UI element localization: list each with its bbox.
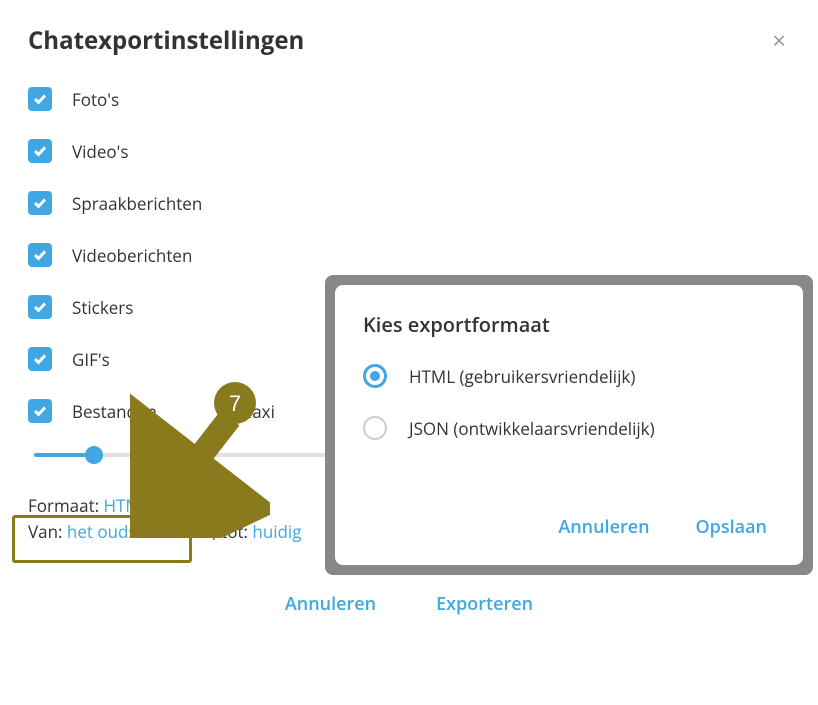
popup-cancel-button[interactable]: Annuleren xyxy=(550,509,657,545)
checkbox-label: Foto's xyxy=(72,88,119,111)
format-link[interactable]: HTML xyxy=(104,494,150,517)
format-popup-backdrop: Kies exportformaat HTML (gebruikersvrien… xyxy=(325,275,813,575)
checkbox-icon[interactable] xyxy=(28,347,52,371)
checkbox-label: GIF's xyxy=(72,348,110,371)
checkbox-icon[interactable] xyxy=(28,191,52,215)
format-prefix: Formaat: xyxy=(28,494,104,517)
export-button[interactable]: Exporteren xyxy=(426,584,543,624)
checkbox-row-voice[interactable]: Spraakberichten xyxy=(28,191,790,215)
radio-row-html[interactable]: HTML (gebruikersvriendelijk) xyxy=(363,364,775,388)
format-popup: Kies exportformaat HTML (gebruikersvrien… xyxy=(335,285,803,565)
checkbox-row-videos[interactable]: Video's xyxy=(28,139,790,163)
radio-label: HTML (gebruikersvriendelijk) xyxy=(409,365,635,388)
checkbox-icon[interactable] xyxy=(28,243,52,267)
from-link[interactable]: het oudste bericht xyxy=(67,520,212,543)
dialog-footer: Annuleren Exporteren xyxy=(28,584,790,624)
path-prefix: , Pad: xyxy=(150,494,198,517)
dialog-header: Chatexportinstellingen × xyxy=(28,24,790,57)
to-prefix: , tot: xyxy=(212,520,252,543)
checkbox-row-video-msg[interactable]: Videoberichten xyxy=(28,243,790,267)
to-link[interactable]: huidig xyxy=(252,520,301,543)
popup-save-button[interactable]: Opslaan xyxy=(688,509,775,545)
popup-footer: Annuleren Opslaan xyxy=(363,509,775,545)
checkbox-row-photos[interactable]: Foto's xyxy=(28,87,790,111)
slider-thumb[interactable] xyxy=(85,446,103,464)
checkbox-icon[interactable] xyxy=(28,399,52,423)
checkbox-label: Video's xyxy=(72,140,128,163)
max-size-label: Maxi xyxy=(237,400,275,423)
radio-icon[interactable] xyxy=(363,416,387,440)
checkbox-label: Videoberichten xyxy=(72,244,192,267)
checkbox-icon[interactable] xyxy=(28,295,52,319)
from-prefix: Van: xyxy=(28,520,67,543)
radio-label: JSON (ontwikkelaarsvriendelijk) xyxy=(409,417,655,440)
radio-icon[interactable] xyxy=(363,364,387,388)
checkbox-label: Bestanden xyxy=(72,400,157,423)
cancel-button[interactable]: Annuleren xyxy=(275,584,386,624)
checkbox-icon[interactable] xyxy=(28,139,52,163)
path-link[interactable]: Downloa xyxy=(197,494,267,517)
checkbox-icon[interactable] xyxy=(28,87,52,111)
popup-title: Kies exportformaat xyxy=(363,311,775,338)
radio-row-json[interactable]: JSON (ontwikkelaarsvriendelijk) xyxy=(363,416,775,440)
close-icon[interactable]: × xyxy=(768,25,790,57)
checkbox-label: Stickers xyxy=(72,296,133,319)
checkbox-label: Spraakberichten xyxy=(72,192,202,215)
dialog-title: Chatexportinstellingen xyxy=(28,24,304,57)
